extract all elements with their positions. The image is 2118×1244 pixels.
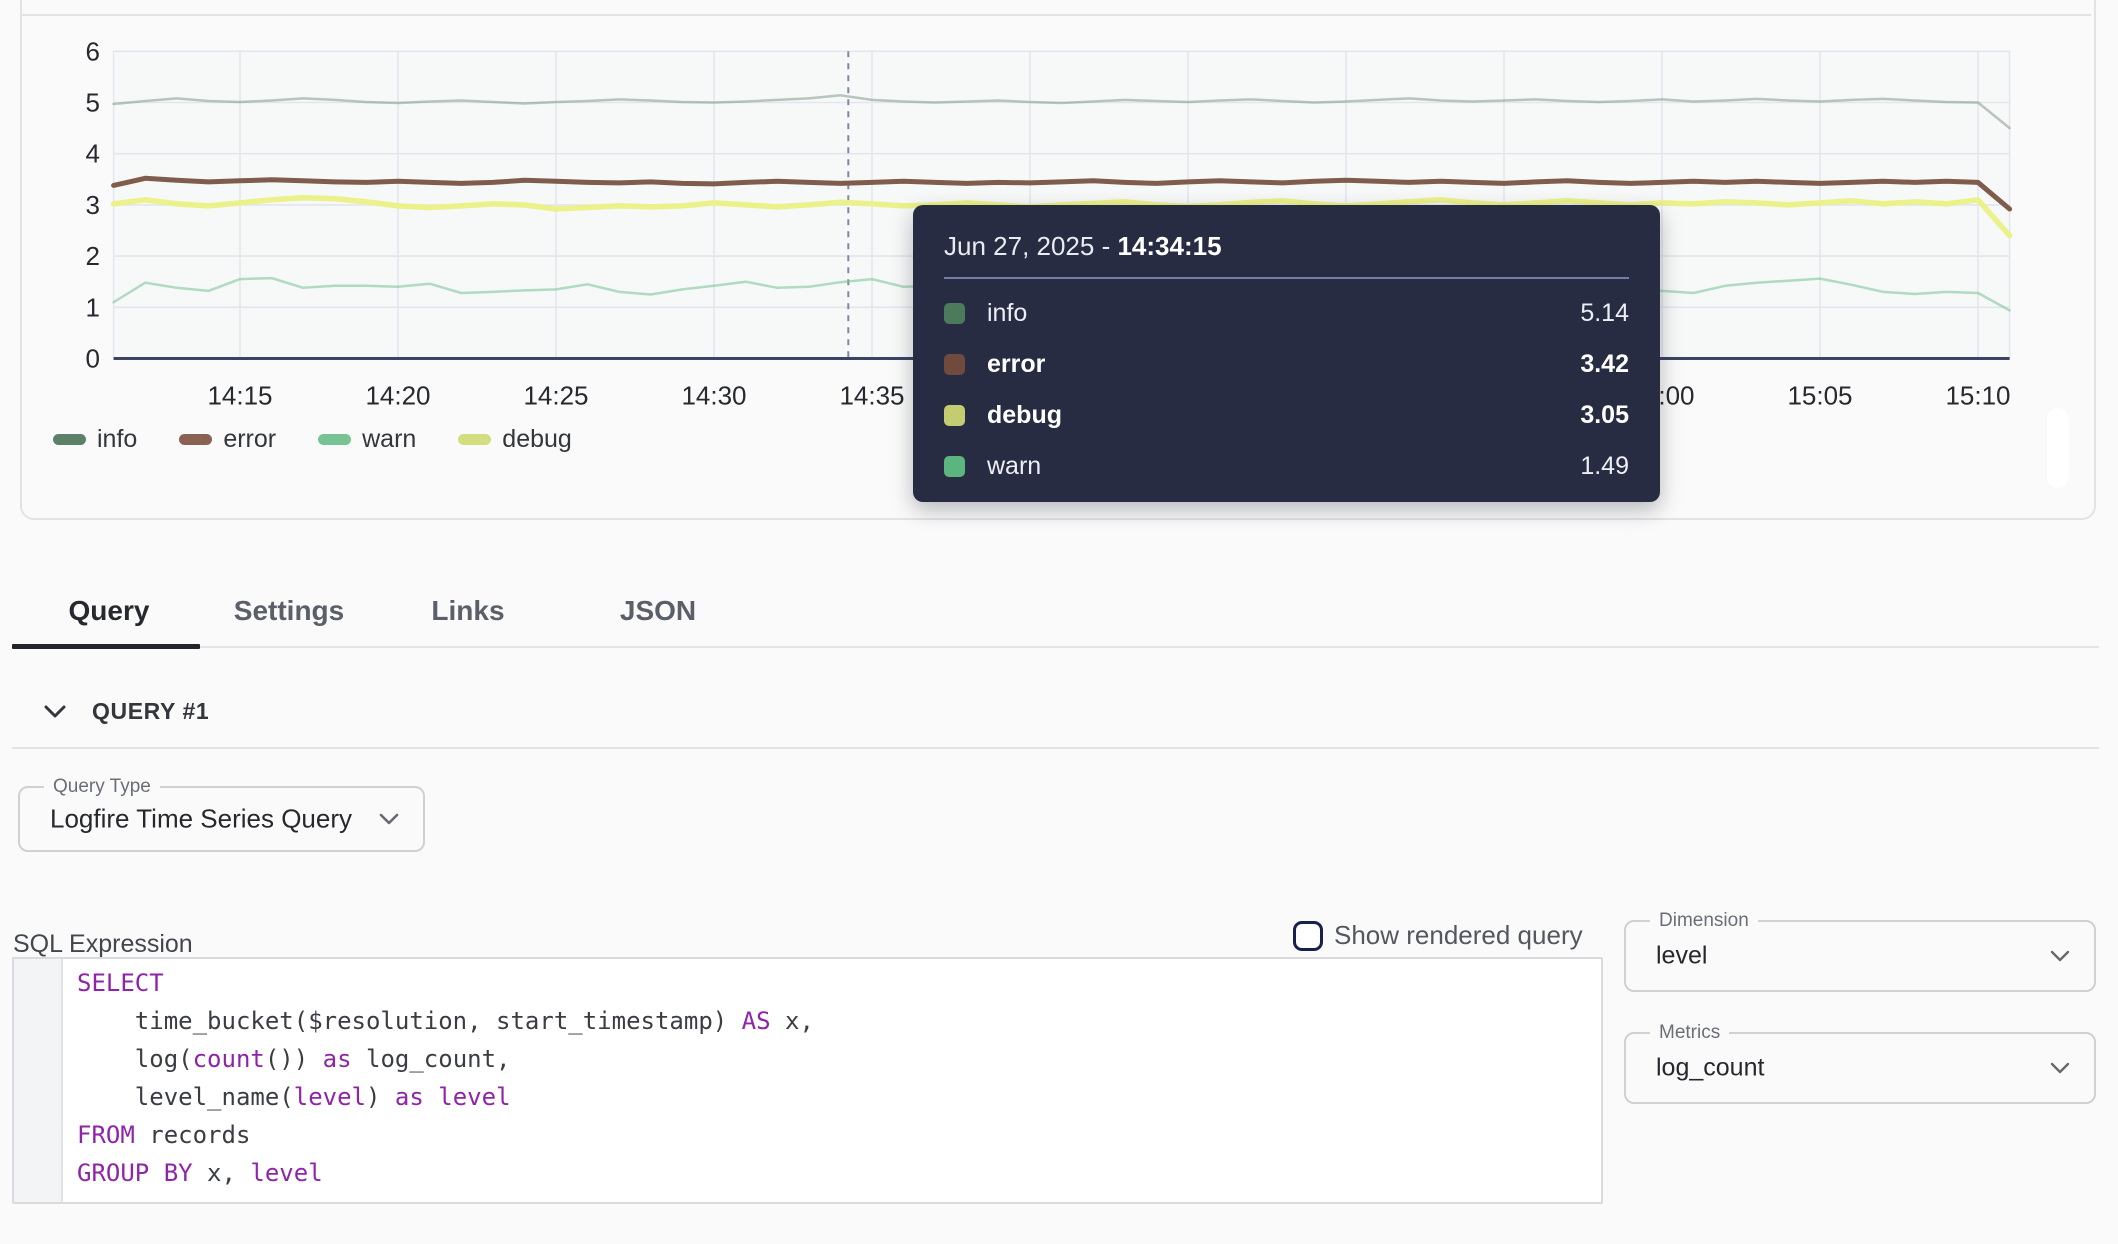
code-text: level_name(level) as level <box>61 1083 511 1111</box>
chevron-down-icon <box>2050 950 2070 962</box>
legend-label: debug <box>502 425 572 454</box>
series-value: 1.49 <box>1580 452 1629 481</box>
metrics-label: Metrics <box>1650 1022 1729 1044</box>
query-editor-page: 14:1514:2014:2514:3014:3514:4014:4514:50… <box>0 0 2118 1244</box>
dimension-value: level <box>1656 942 1707 971</box>
legend-label: warn <box>362 425 416 454</box>
series-label: warn <box>987 452 1041 481</box>
code-line[interactable]: 3 log(count()) as log_count, <box>14 1040 1601 1078</box>
metrics-value: log_count <box>1656 1054 1764 1083</box>
svg-text:14:35: 14:35 <box>839 381 904 411</box>
tab-json[interactable]: JSON <box>558 595 758 627</box>
legend-item-error[interactable]: error <box>179 425 276 454</box>
show-rendered-query-label: Show rendered query <box>1334 920 1583 951</box>
chart-legend: info error warn debug <box>53 425 572 454</box>
svg-text:14:15: 14:15 <box>207 381 272 411</box>
series-value: 3.42 <box>1580 350 1629 379</box>
query-1-header[interactable]: QUERY #1 <box>44 698 209 725</box>
series-label: debug <box>987 401 1062 430</box>
sql-code-editor[interactable]: 1SELECT2 time_bucket($resolution, start_… <box>12 957 1603 1204</box>
checkbox-unchecked[interactable] <box>1293 921 1323 951</box>
scrollbar-thumb[interactable] <box>2047 408 2069 488</box>
svg-text:14:30: 14:30 <box>681 381 746 411</box>
sql-expression-label: SQL Expression <box>13 930 193 959</box>
svg-text:6: 6 <box>86 36 100 66</box>
code-line[interactable]: 6GROUP BY x, level <box>14 1154 1601 1192</box>
tab-bar-divider <box>12 646 2099 648</box>
code-text: SELECT <box>61 969 164 997</box>
query-type-value: Logfire Time Series Query <box>50 804 352 835</box>
metrics-select[interactable]: Metrics log_count <box>1624 1032 2096 1104</box>
dimension-label: Dimension <box>1650 910 1758 932</box>
code-line[interactable]: 2 time_bucket($resolution, start_timesta… <box>14 1002 1601 1040</box>
legend-label: error <box>223 425 276 454</box>
tooltip-row-warn: warn 1.49 <box>944 441 1629 492</box>
series-swatch-info <box>944 303 965 324</box>
svg-text:0: 0 <box>86 344 100 374</box>
tab-settings[interactable]: Settings <box>200 595 378 627</box>
legend-label: info <box>97 425 137 454</box>
series-swatch-warn <box>944 456 965 477</box>
line-number-gutter <box>14 959 63 1202</box>
active-tab-underline <box>12 644 200 649</box>
svg-text:3: 3 <box>86 190 100 220</box>
svg-text:4: 4 <box>86 139 100 169</box>
code-line[interactable]: 1SELECT <box>14 964 1601 1002</box>
tab-links[interactable]: Links <box>378 595 558 627</box>
legend-swatch-debug <box>458 434 491 445</box>
tooltip-row-error: error 3.42 <box>944 339 1629 390</box>
series-swatch-debug <box>944 405 965 426</box>
chevron-down-icon <box>2050 1062 2070 1074</box>
code-text: log(count()) as log_count, <box>61 1045 511 1073</box>
chevron-down-icon[interactable] <box>44 705 66 719</box>
tab-query[interactable]: Query <box>18 595 200 627</box>
svg-text:14:25: 14:25 <box>523 381 588 411</box>
svg-text:5: 5 <box>86 88 100 118</box>
code-text: FROM records <box>61 1121 250 1149</box>
series-value: 3.05 <box>1580 401 1629 430</box>
query-1-title: QUERY #1 <box>92 698 209 725</box>
code-text: time_bucket($resolution, start_timestamp… <box>61 1007 814 1035</box>
query-section-divider <box>12 747 2099 749</box>
legend-swatch-warn <box>318 434 351 445</box>
svg-text:14:20: 14:20 <box>365 381 430 411</box>
series-value: 5.14 <box>1580 299 1629 328</box>
legend-swatch-info <box>53 434 86 445</box>
dimension-select[interactable]: Dimension level <box>1624 920 2096 992</box>
tab-bar: Query Settings Links JSON <box>18 578 758 644</box>
code-line[interactable]: 4 level_name(level) as level <box>14 1078 1601 1116</box>
tooltip-timestamp: Jun 27, 2025 - 14:34:15 <box>944 231 1629 262</box>
chevron-down-icon <box>379 813 399 825</box>
tooltip-divider <box>944 277 1629 279</box>
tooltip-row-debug: debug 3.05 <box>944 390 1629 441</box>
code-text: GROUP BY x, level <box>61 1159 323 1187</box>
tooltip-rows: info 5.14 error 3.42 debug 3.05 warn 1.49 <box>944 288 1629 492</box>
series-label: info <box>987 299 1027 328</box>
legend-swatch-error <box>179 434 212 445</box>
legend-item-info[interactable]: info <box>53 425 137 454</box>
svg-text:2: 2 <box>86 241 100 271</box>
series-label: error <box>987 350 1045 379</box>
legend-item-warn[interactable]: warn <box>318 425 416 454</box>
series-swatch-error <box>944 354 965 375</box>
query-type-select[interactable]: Query Type Logfire Time Series Query <box>18 786 425 852</box>
svg-text:15:05: 15:05 <box>1787 381 1852 411</box>
svg-text:15:10: 15:10 <box>1945 381 2010 411</box>
code-line[interactable]: 5FROM records <box>14 1116 1601 1154</box>
legend-item-debug[interactable]: debug <box>458 425 572 454</box>
tooltip-row-info: info 5.14 <box>944 288 1629 339</box>
show-rendered-query-toggle[interactable]: Show rendered query <box>1293 920 1583 951</box>
svg-text:1: 1 <box>86 292 100 322</box>
query-type-label: Query Type <box>44 776 160 798</box>
chart-tooltip: Jun 27, 2025 - 14:34:15 info 5.14 error 3.4… <box>913 205 1660 502</box>
